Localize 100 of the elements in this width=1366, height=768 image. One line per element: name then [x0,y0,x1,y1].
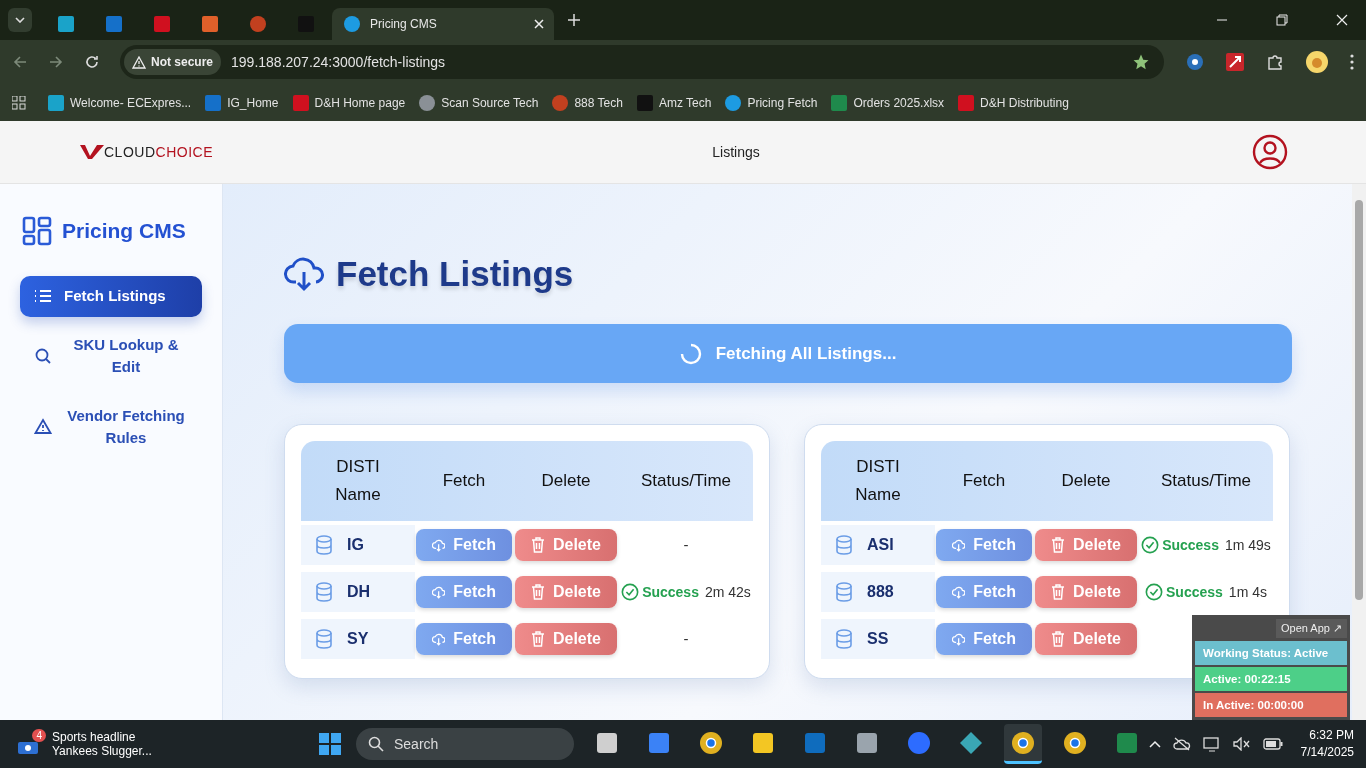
success-status: Success [1141,534,1219,555]
menu-icon[interactable] [1350,54,1354,70]
restore-icon[interactable] [1276,14,1288,26]
app-icon [647,730,671,755]
news-headline[interactable]: Sports headline [52,730,152,744]
column-header: Fetch [961,470,1007,492]
site-logo-icon [202,16,218,32]
app-icon [699,730,723,755]
site-logo-icon [292,94,309,111]
forward-icon[interactable] [48,54,64,70]
bookmark[interactable]: Orders 2025.xlsx [831,94,945,111]
bookmark[interactable]: Amz Tech [636,94,712,111]
database-icon [315,581,333,602]
tab-list-button[interactable] [8,8,32,32]
clock[interactable]: 6:32 PM 7/14/2025 [1300,727,1354,761]
column-header: Fetch [441,470,487,492]
app-icon [855,730,879,755]
star-icon[interactable] [1132,53,1150,71]
reload-icon[interactable] [84,54,100,70]
fetching-banner: Fetching All Listings... [284,324,1292,383]
security-chip[interactable]: Not secure [124,49,222,75]
address-bar[interactable]: Not secure 199.188.207.24:3000/fetch-listings [120,45,1164,79]
disti-name-cell: SS [821,618,935,659]
apps-grid-icon[interactable] [12,95,26,110]
extension-icon[interactable] [1226,53,1244,71]
disti-name-cell: ASI [821,524,935,565]
elapsed-time: 1m 4s [1228,583,1267,600]
news-text[interactable]: Yankees Slugger... [52,744,152,758]
search-field[interactable]: Search [356,728,574,760]
bookmark[interactable]: Pricing Fetch [725,94,818,111]
sidebar-item[interactable]: Fetch Listings [20,276,202,317]
check-circle-icon [621,581,640,602]
app-icon [959,730,983,755]
bookmark[interactable]: Welcome- ECExpres... [48,94,192,111]
nav-link[interactable]: Listings [712,144,760,160]
site-logo-icon [205,94,222,111]
trash-icon [531,536,545,553]
site-logo-icon [250,16,266,32]
activity-status-bar: In Active: 00:00:00 [1195,693,1347,717]
bookmark[interactable]: Scan Source Tech [419,94,539,111]
notification-badge: 4 [32,729,46,742]
site-logo-icon [636,94,653,111]
database-icon [835,628,853,649]
close-icon[interactable] [534,19,544,29]
puzzle-icon[interactable] [1266,53,1284,71]
check-circle-icon [1141,534,1160,555]
sidebar-item[interactable]: SKU Lookup & Edit [20,324,202,388]
browser-tab[interactable]: Pricing CMS [332,8,554,40]
dashboard-icon [22,216,52,246]
success-status: Success [621,581,699,602]
chevron-up-icon[interactable] [1148,740,1161,748]
site-logo-icon [58,16,74,32]
bookmark[interactable]: IG_Home [205,94,279,111]
warning-icon [132,55,146,69]
database-icon [315,628,333,649]
battery-icon[interactable] [1262,738,1283,750]
site-logo-icon [48,94,64,111]
trash-icon [531,583,545,600]
column-header: Status/Time [639,470,733,492]
site-logo-icon [725,94,742,111]
user-profile-icon[interactable] [1252,134,1288,170]
app-icon [595,730,619,755]
monitor-icon[interactable] [1202,736,1221,752]
database-icon [835,534,853,555]
scrollbar[interactable] [1352,184,1366,720]
activity-status-bar: Active: 00:22:15 [1195,667,1347,691]
column-header: Status/Time [1159,470,1253,492]
new-tab-icon[interactable] [568,14,580,26]
extension-icon[interactable] [1186,53,1204,71]
elapsed-time: 1m 49s [1224,536,1271,553]
bookmark[interactable]: D&H Distributing [958,94,1069,111]
success-status: Success [1145,581,1223,602]
open-app-button[interactable]: Open App ↗ [1276,618,1347,638]
sidebar-item[interactable]: Vendor Fetching Rules [20,395,202,459]
cloud-download-icon [284,256,324,292]
start-icon[interactable] [318,732,342,756]
search-icon [34,347,52,365]
column-header: DISTI Name [854,456,902,506]
cloudchoice-logo: CLOUDCHOICE [80,144,220,160]
back-icon[interactable] [12,54,28,70]
column-header: Delete [540,470,592,492]
speaker-muted-icon[interactable] [1232,737,1251,751]
weather-icon[interactable] [18,739,38,755]
check-circle-icon [1145,581,1163,602]
app-icon [751,730,775,755]
column-header: Delete [1060,470,1112,492]
site-logo-icon [106,16,122,32]
disti-name-cell: SY [301,618,415,659]
activity-status-bar: Working Status: Active [1195,641,1347,665]
bookmark[interactable]: D&H Home page [292,94,406,111]
chevron-down-icon [15,17,25,23]
column-header: DISTI Name [334,456,382,506]
bookmark[interactable]: 888 Tech [552,94,623,111]
empty-status: - [683,536,689,553]
empty-status: - [683,630,689,647]
close-icon[interactable] [1336,14,1348,26]
site-logo-icon [419,94,436,111]
profile-avatar-icon[interactable] [1306,51,1328,73]
cloud-off-icon[interactable] [1172,737,1191,751]
taskbar-app[interactable] [1004,724,1042,764]
